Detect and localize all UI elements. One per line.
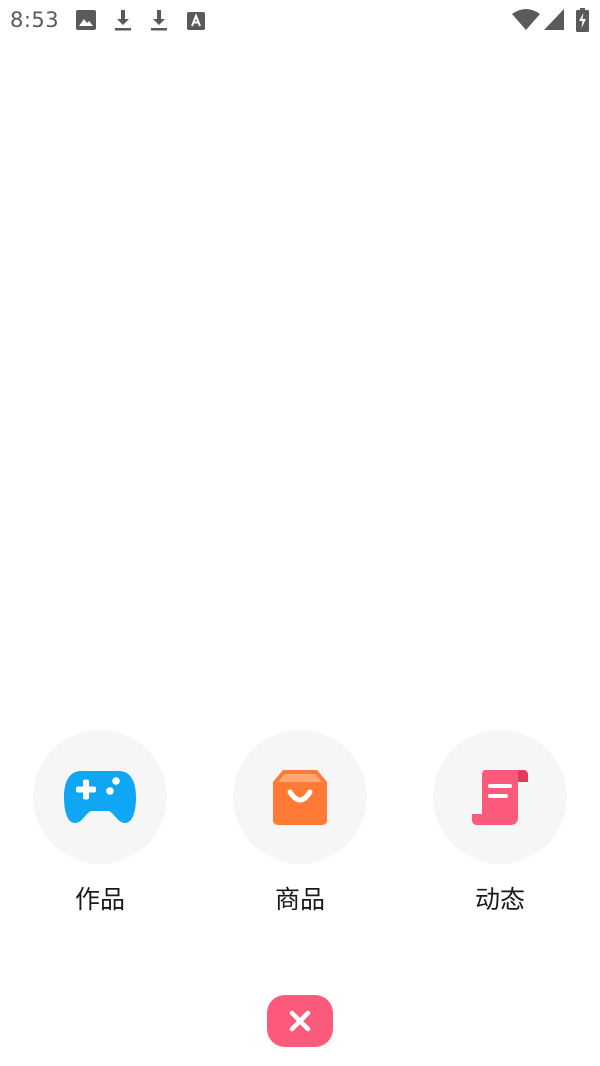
gamepad-icon [64,771,136,823]
font-icon [187,12,205,30]
goods-icon-circle[interactable] [233,730,367,864]
scroll-icon [472,770,528,825]
shopping-bag-icon [273,770,327,825]
close-icon [289,1010,311,1032]
moments-label: 动态 [474,885,525,914]
wifi-icon [512,9,540,30]
status-time: 8:53 [10,8,60,32]
publish-works-button[interactable]: 作品 [33,730,167,930]
publish-goods-button[interactable]: 商品 [233,730,367,930]
signal-icon [544,9,564,30]
goods-label: 商品 [274,885,325,914]
status-bar: 8:53 [0,0,600,40]
download-icon [115,10,131,31]
publish-moments-button[interactable]: 动态 [433,730,567,930]
image-icon [76,10,96,30]
close-button[interactable] [267,995,333,1047]
works-icon-circle[interactable] [33,730,167,864]
works-label: 作品 [74,885,125,914]
battery-charging-icon [576,8,589,32]
download-icon [151,10,167,31]
publish-menu-screen: 8:53 作品 商品 动态 [0,0,600,1066]
moments-icon-circle[interactable] [433,730,567,864]
